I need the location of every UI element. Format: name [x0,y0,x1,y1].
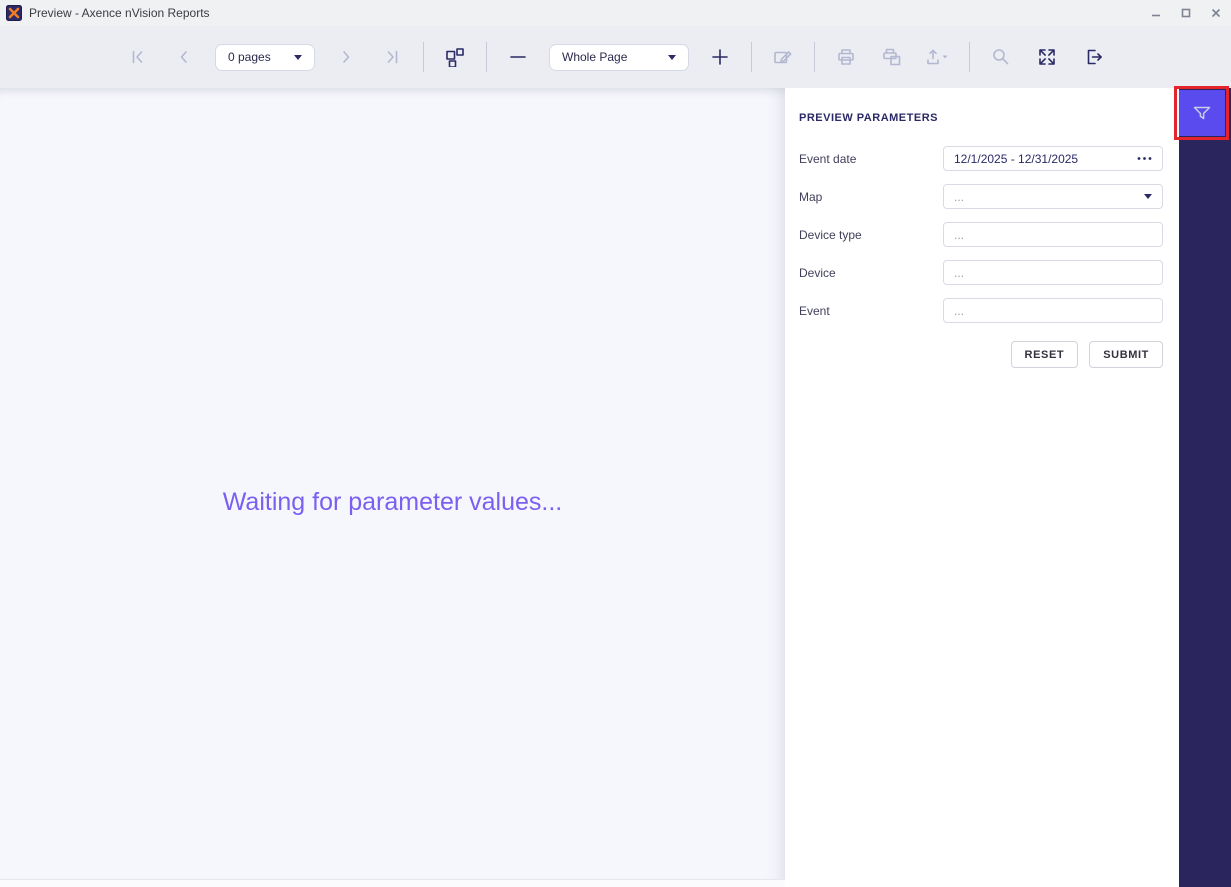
next-page-icon [343,51,350,63]
quick-print-icon [883,48,901,66]
maximize-icon [1181,8,1191,18]
param-row-map: Map ... [799,184,1163,209]
submit-button[interactable]: SUBMIT [1089,341,1163,368]
device-type-input[interactable]: ... [943,222,1163,247]
device-input[interactable]: ... [943,260,1163,285]
maximize-button[interactable] [1171,0,1201,26]
close-button[interactable] [1201,0,1231,26]
print-icon [838,49,854,65]
panel-buttons: RESET SUBMIT [1010,341,1163,368]
device-value: ... [954,265,965,280]
search-button[interactable] [986,42,1016,72]
exit-button[interactable] [1078,42,1108,72]
edit-button[interactable] [768,42,798,72]
param-label-event: Event [799,303,830,318]
chevron-down-icon [1144,194,1152,199]
export-icon [927,49,948,65]
minimize-icon [1152,14,1160,17]
waiting-message: Waiting for parameter values... [222,488,563,516]
last-page-button[interactable] [377,42,407,72]
reset-button[interactable]: RESET [1010,341,1079,368]
chevron-down-icon [294,54,302,60]
export-button[interactable] [923,42,953,72]
search-icon [993,49,1009,65]
event-value: ... [954,303,965,318]
report-preview-area: Waiting for parameter values... [0,88,785,879]
minimize-button[interactable] [1141,0,1171,26]
quick-print-button[interactable] [877,42,907,72]
close-icon [1211,8,1221,18]
exit-icon [1087,49,1102,65]
zoom-in-button[interactable] [705,42,735,72]
full-screen-icon [1039,49,1055,65]
full-screen-button[interactable] [1032,42,1062,72]
event-date-value: 12/1/2025 - 12/31/2025 [954,151,1079,166]
zoom-out-button[interactable] [503,42,533,72]
param-row-device: Device ... [799,260,1163,285]
toolbar-separator [423,42,424,72]
filter-funnel-icon [1193,106,1211,120]
window-title: Preview - Axence nVision Reports [29,6,210,20]
multipage-view-button[interactable] [440,42,470,72]
first-page-icon [132,50,143,64]
toolbar-separator [814,42,815,72]
zoom-select[interactable]: Whole Page [549,43,689,71]
page-count-value: 0 pages [228,50,271,64]
multipage-view-icon [446,48,464,67]
ellipsis-icon[interactable] [1137,156,1152,161]
map-value: ... [954,189,965,204]
filter-parameters-button[interactable] [1179,90,1225,136]
window-controls [1141,0,1231,26]
first-page-button[interactable] [123,42,153,72]
print-button[interactable] [831,42,861,72]
toolbar-separator [969,42,970,72]
event-date-input[interactable]: 12/1/2025 - 12/31/2025 [943,146,1163,171]
param-label-event-date: Event date [799,151,857,166]
edit-icon [774,51,792,64]
preview-parameters-panel: PREVIEW PARAMETERS Event date 12/1/2025 … [785,88,1179,887]
param-label-map: Map [799,189,823,204]
event-input[interactable]: ... [943,298,1163,323]
toolbar-separator [751,42,752,72]
previous-page-icon [180,51,187,63]
next-page-button[interactable] [331,42,361,72]
zoom-value: Whole Page [562,50,628,64]
title-bar: Preview - Axence nVision Reports [0,0,1231,26]
panel-title: PREVIEW PARAMETERS [799,112,938,124]
param-label-device: Device [799,265,836,280]
page-count-select[interactable]: 0 pages [215,43,315,71]
side-rail [1179,88,1231,887]
chevron-down-icon [668,54,676,60]
axence-logo-icon [6,5,22,21]
map-select[interactable]: ... [943,184,1163,209]
last-page-icon [387,50,398,64]
toolbar: 0 pages Whole Page [0,26,1231,88]
toolbar-separator [486,42,487,72]
zoom-out-icon [510,56,526,58]
device-type-value: ... [954,227,965,242]
param-row-event: Event ... [799,298,1163,323]
param-row-device-type: Device type ... [799,222,1163,247]
previous-page-button[interactable] [169,42,199,72]
param-label-device-type: Device type [799,227,862,242]
zoom-in-icon [712,49,728,65]
param-row-event-date: Event date 12/1/2025 - 12/31/2025 [799,146,1163,171]
